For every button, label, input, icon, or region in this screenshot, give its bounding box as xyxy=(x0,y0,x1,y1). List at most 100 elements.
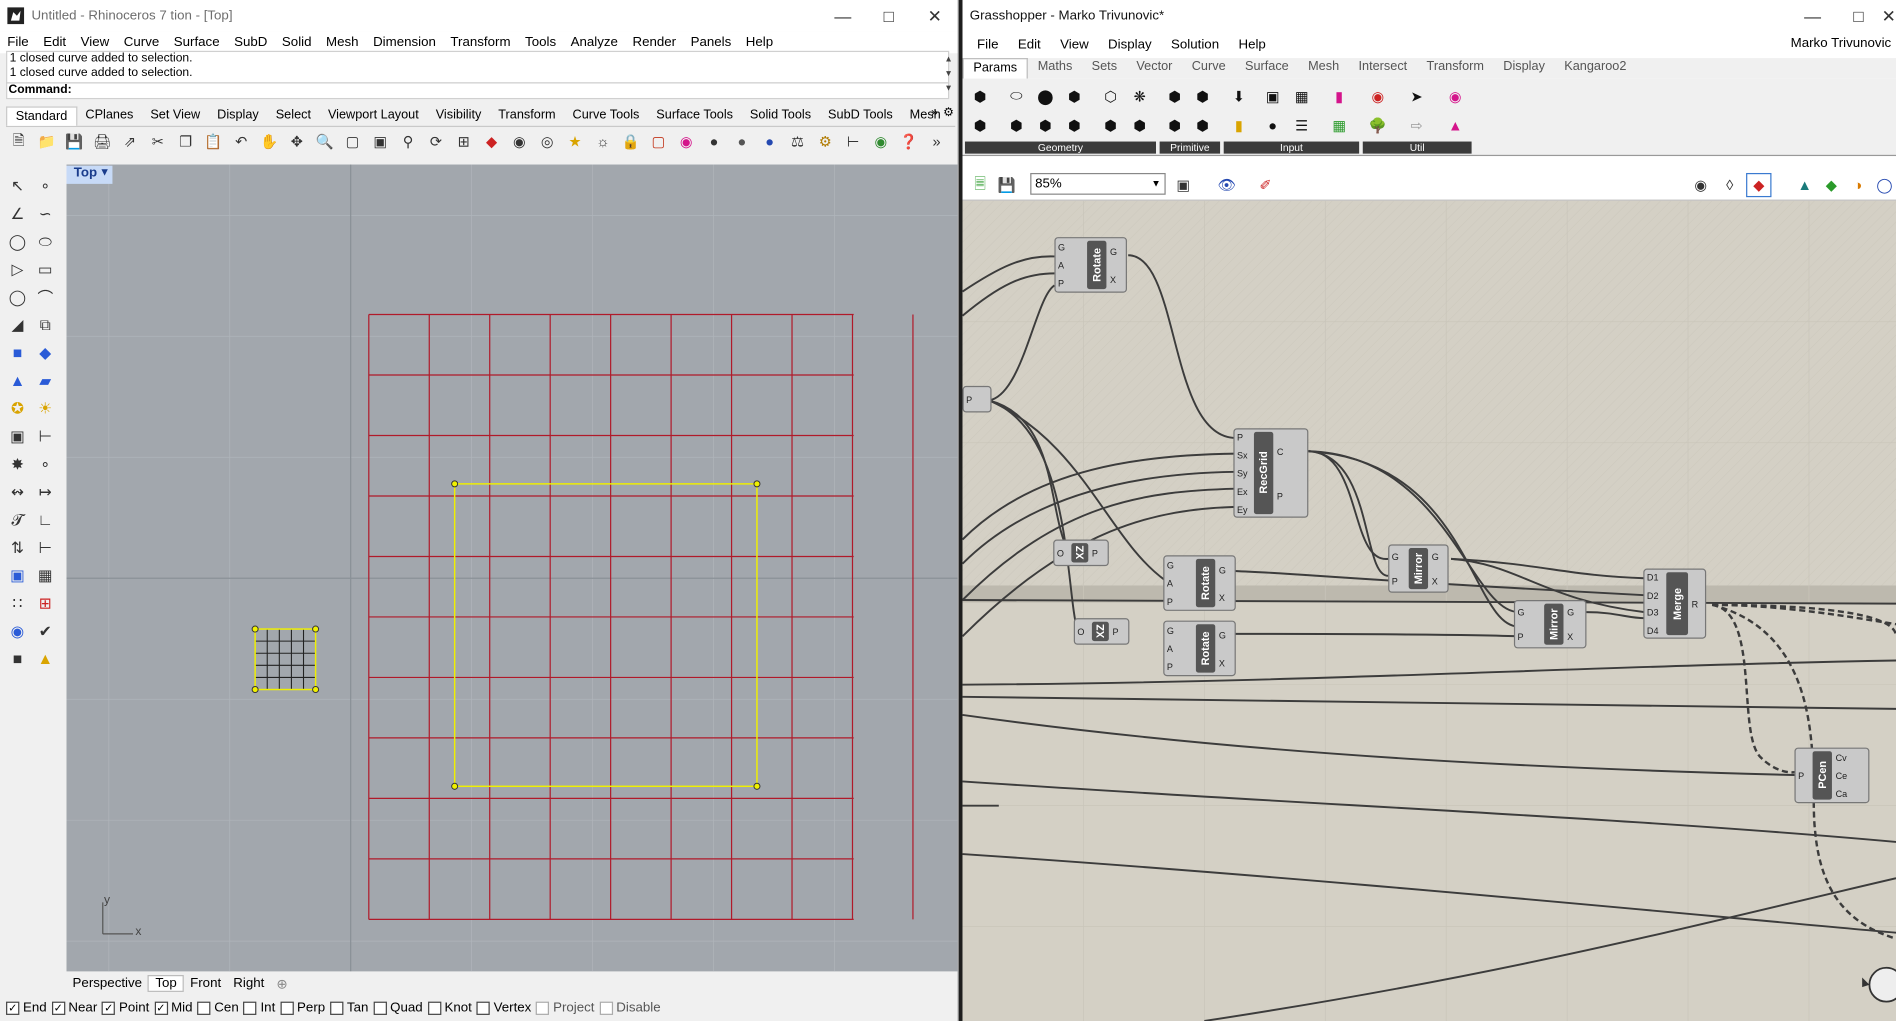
align-icon[interactable]: ⊢ xyxy=(31,533,59,561)
gh-canvas[interactable]: Rotate G A P G X RecGrid P Sx Sy Ex Ey C P XZ O P XZ O P Rot… xyxy=(962,200,1896,1021)
explode-icon[interactable]: ✸ xyxy=(4,450,32,478)
input-param[interactable]: O xyxy=(1057,548,1064,559)
input-param[interactable]: A xyxy=(1167,578,1173,589)
cplane-icon[interactable]: ◎ xyxy=(534,129,559,153)
view-tab-front[interactable]: Front xyxy=(184,976,227,991)
select-filter-icon[interactable]: ★ xyxy=(562,129,587,153)
input-param[interactable]: P xyxy=(1798,771,1804,782)
circle-param-icon[interactable]: ⬭ xyxy=(1004,83,1029,108)
copy-icon[interactable]: ❐ xyxy=(173,129,198,153)
arc-icon[interactable]: ◯ xyxy=(4,283,32,311)
osnap-checkbox[interactable] xyxy=(280,1001,294,1015)
named-view-icon[interactable]: ◉ xyxy=(507,129,532,153)
preview-selected-icon[interactable]: ◆ xyxy=(1746,172,1772,198)
render-tool-icon[interactable]: ▲ xyxy=(31,645,59,673)
gh-menu-item-help[interactable]: Help xyxy=(1229,38,1276,53)
integer-param-icon[interactable]: ⬢ xyxy=(1190,83,1215,108)
command-scroll[interactable]: ▲ ▼ ▼ xyxy=(944,53,955,99)
gh-component-pcen[interactable]: PCen P Cv Ce Ca xyxy=(1794,747,1870,804)
gh-tab-maths[interactable]: Maths xyxy=(1028,58,1082,79)
gh-component-mirror1[interactable]: Mirror G P G X xyxy=(1388,544,1449,593)
loft-icon[interactable]: ▰ xyxy=(31,367,59,395)
dropdown-arrow-icon[interactable]: ▼ xyxy=(99,166,110,178)
import-icon[interactable]: ⬇ xyxy=(1226,83,1251,108)
paste-icon[interactable]: 📋 xyxy=(201,129,226,153)
output-param[interactable]: P xyxy=(1112,627,1118,638)
bake-icon[interactable]: ▲ xyxy=(1792,173,1817,197)
output-param[interactable]: G xyxy=(1219,630,1226,641)
input-param[interactable]: Sy xyxy=(1237,468,1248,479)
osnap-point[interactable]: ✓ Point xyxy=(102,1000,149,1015)
polygon-icon[interactable]: ▷ xyxy=(4,255,32,283)
curve-param-icon[interactable]: ⬤ xyxy=(1033,83,1058,108)
pan-hand-icon[interactable]: ✋ xyxy=(256,129,281,153)
gh-menu-item-file[interactable]: File xyxy=(967,38,1008,53)
cut-icon[interactable]: ✂ xyxy=(145,129,170,153)
input-param[interactable]: Sx xyxy=(1237,450,1248,461)
analyze-icon[interactable]: ◉ xyxy=(4,617,32,645)
render-sphere-icon[interactable]: ● xyxy=(757,129,782,153)
maximize-button[interactable]: □ xyxy=(866,0,912,31)
gh-tab-transform[interactable]: Transform xyxy=(1417,58,1494,79)
osnap-end[interactable]: ✓ End xyxy=(6,1000,47,1015)
gh-component-merge[interactable]: Merge D1 D2 D3 D4 R xyxy=(1643,568,1707,639)
rendered-sphere-icon[interactable]: ● xyxy=(729,129,754,153)
input-param[interactable]: G xyxy=(1518,607,1525,618)
render-preview-icon[interactable]: ◑ xyxy=(1845,173,1870,197)
join-icon[interactable]: ∘ xyxy=(31,450,59,478)
gh-component-rotate2[interactable]: Rotate G A P G X xyxy=(1163,555,1236,611)
osnap-checkbox[interactable] xyxy=(536,1001,550,1015)
group-param-icon[interactable]: ⬢ xyxy=(1127,113,1152,138)
input-param[interactable]: O xyxy=(1077,627,1084,638)
toggle-icon[interactable]: ● xyxy=(1260,113,1285,138)
zoom-extents-icon[interactable]: ▣ xyxy=(368,129,393,153)
surface-param-icon[interactable]: ⬢ xyxy=(1062,83,1087,108)
command-prompt[interactable]: Command: xyxy=(6,82,950,99)
gh-component-xz2[interactable]: XZ O P xyxy=(1073,618,1130,645)
output-param[interactable]: G xyxy=(1110,246,1117,257)
viewport-canvas[interactable]: y x xyxy=(66,164,958,972)
preview-eye-icon[interactable]: 👁 xyxy=(1214,173,1239,197)
toolbar-tab-standard[interactable]: Standard xyxy=(6,106,77,126)
layers-icon[interactable]: ▢ xyxy=(646,129,671,153)
extend-icon[interactable]: ↦ xyxy=(31,478,59,506)
material-icon[interactable]: ⚖ xyxy=(785,129,810,153)
gh-component-rotate1[interactable]: Rotate G A P G X xyxy=(1054,237,1127,293)
boolean-param-icon[interactable]: ⬢ xyxy=(1162,83,1187,108)
gh-menu-item-display[interactable]: Display xyxy=(1098,38,1161,53)
gh-tab-curve[interactable]: Curve xyxy=(1182,58,1235,79)
osnap-cen[interactable]: Cen xyxy=(197,1000,239,1015)
output-param[interactable]: P xyxy=(1277,491,1283,502)
input-param[interactable]: G xyxy=(1167,625,1174,636)
group-icon[interactable]: ▣ xyxy=(4,561,32,589)
curve-arc-icon[interactable]: ⌒ xyxy=(31,283,59,311)
vector-param-icon[interactable]: ⬢ xyxy=(1033,113,1058,138)
flask-icon[interactable]: ▲ xyxy=(1443,113,1468,138)
output-param[interactable]: G xyxy=(1567,607,1574,618)
gh-tab-params[interactable]: Params xyxy=(962,58,1029,79)
osnap-checkbox[interactable] xyxy=(599,1001,613,1015)
gh-menu-item-view[interactable]: View xyxy=(1050,38,1098,53)
relay-arrow-icon[interactable]: ➤ xyxy=(1404,83,1429,108)
mesh-param-icon[interactable]: ⬡ xyxy=(1098,83,1123,108)
output-param[interactable]: X xyxy=(1219,592,1225,603)
osnap-checkbox[interactable] xyxy=(373,1001,387,1015)
gh-tab-mesh[interactable]: Mesh xyxy=(1298,58,1348,79)
move-icon[interactable]: ✥ xyxy=(284,129,309,153)
toolbar-tab-cplanes[interactable]: CPlanes xyxy=(77,106,142,125)
graph-mapper-icon[interactable]: ▮ xyxy=(1226,113,1251,138)
input-param[interactable]: A xyxy=(1167,644,1173,655)
select-arrow-icon[interactable]: ↖ xyxy=(4,172,32,200)
rectangle-icon[interactable]: ▭ xyxy=(31,255,59,283)
block-icon[interactable]: ▦ xyxy=(31,561,59,589)
car-icon[interactable]: ◆ xyxy=(479,129,504,153)
osnap-checkbox[interactable] xyxy=(197,1001,211,1015)
text-icon[interactable]: 𝓣 xyxy=(4,506,32,534)
light-bulb-icon[interactable]: ☼ xyxy=(590,129,615,153)
canvas-more-icon[interactable]: ◯ xyxy=(1872,173,1896,197)
boolean-icon[interactable]: ▣ xyxy=(4,422,32,450)
gh-component-recgrid[interactable]: RecGrid P Sx Sy Ex Ey C P xyxy=(1233,428,1309,518)
view-tab-top[interactable]: Top xyxy=(148,975,185,992)
circle-icon[interactable]: ◯ xyxy=(4,227,32,255)
menu-item-file[interactable]: File xyxy=(0,35,36,50)
